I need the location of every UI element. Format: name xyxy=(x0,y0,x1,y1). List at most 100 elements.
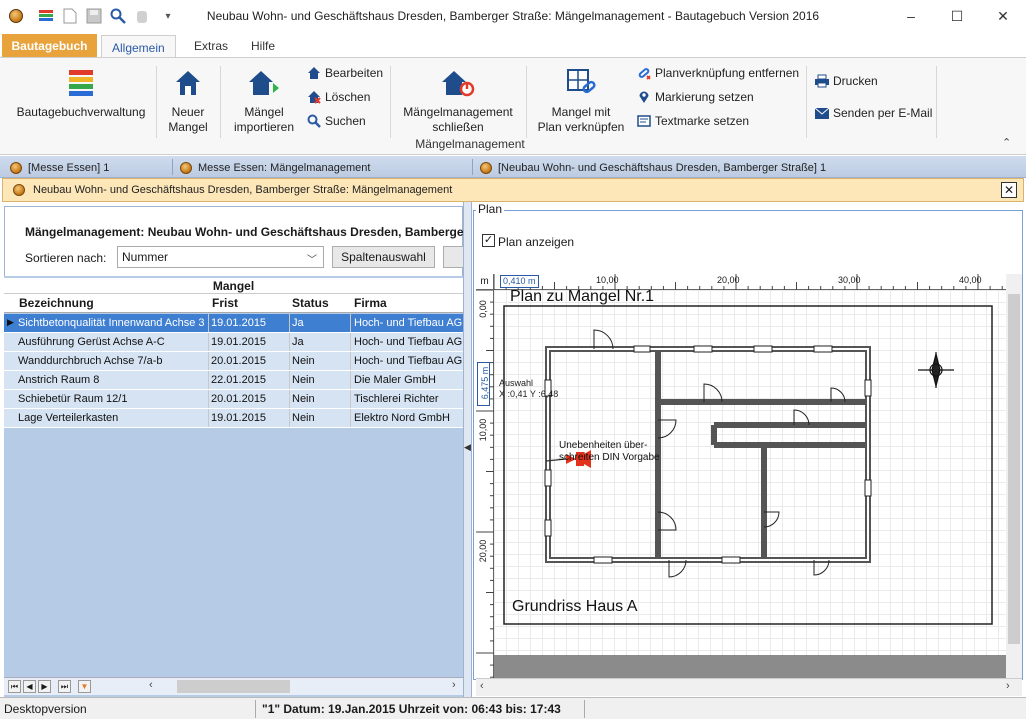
spaltenauswahl-button[interactable]: Spaltenauswahl xyxy=(332,246,435,268)
plan-anzeigen-checkbox[interactable]: ✓ xyxy=(482,234,495,247)
pane-splitter[interactable]: ◀ xyxy=(463,202,472,697)
horizontal-scrollbar-thumb[interactable] xyxy=(177,680,290,693)
tab-hilfe[interactable]: Hilfe xyxy=(241,35,285,57)
doc-tab-messe-essen-maengel[interactable]: Messe Essen: Mängelmanagement xyxy=(180,159,370,176)
cell-firma: Die Maler GmbH xyxy=(354,374,436,386)
table-row[interactable]: Schiebetür Raum 12/1 20.01.2015 Nein Tischl… xyxy=(4,390,463,409)
maengel-importieren-button[interactable]: Mängel importieren xyxy=(228,66,300,135)
doc-tab-messe-essen[interactable]: [Messe Essen] 1 xyxy=(10,159,109,176)
scroll-right-icon[interactable]: › xyxy=(452,679,456,691)
status-separator xyxy=(255,700,256,718)
status-mode: Desktopversion xyxy=(4,702,87,716)
cell-frist: 22.01.2015 xyxy=(211,374,267,386)
table-body: ▶ Sichtbetonqualität Innenwand Achse 3 19.… xyxy=(4,314,463,428)
mangel-verknuepfen-button[interactable]: Mangel mit Plan verknüpfen xyxy=(534,66,628,135)
plan-vertical-scrollbar[interactable] xyxy=(1006,274,1022,678)
unlink-icon xyxy=(636,65,652,81)
new-defect-house-icon xyxy=(171,66,205,100)
ruler-top-label: 10,00 xyxy=(596,275,619,285)
scroll-left-icon[interactable]: ‹ xyxy=(149,679,153,691)
vertical-scrollbar-thumb[interactable] xyxy=(1008,294,1020,644)
bearbeiten-button[interactable]: Bearbeiten xyxy=(306,62,383,84)
status-separator xyxy=(584,700,585,718)
extra-button[interactable] xyxy=(443,246,465,268)
cell-status: Ja xyxy=(292,317,304,329)
project-icon xyxy=(180,161,192,174)
cell-bez: Ausführung Gerüst Achse A-C xyxy=(18,336,165,348)
markierung-setzen-button[interactable]: Markierung setzen xyxy=(636,86,754,108)
close-button[interactable]: ✕ xyxy=(980,0,1026,32)
ruler-top-label: 40,00 xyxy=(959,275,982,285)
drucken-label: Drucken xyxy=(833,74,878,88)
cell-bez: Sichtbetonqualität Innenwand Achse 3 xyxy=(18,317,205,329)
planverknuepfung-entfernen-button[interactable]: Planverknüpfung entfernen xyxy=(636,62,799,84)
loeschen-button[interactable]: Löschen xyxy=(306,86,370,108)
defect-annotation[interactable]: Unebenheiten über- schreiten DIN Vorgabe xyxy=(559,440,660,464)
column-header-frist[interactable]: Frist xyxy=(212,296,238,310)
doc-tab-neubau-dresden[interactable]: [Neubau Wohn- und Geschäftshaus Dresden,… xyxy=(480,159,826,176)
plan-canvas[interactable]: m 0,410 m 10,00 20,00 30,00 40,00 6,475 m 0… xyxy=(476,274,1006,678)
scroll-right-icon[interactable]: › xyxy=(1006,680,1010,692)
tab-extras[interactable]: Extras xyxy=(184,35,238,57)
link-plan-icon xyxy=(564,66,598,100)
ribbon-tab-bar: Bautagebuch Allgemein Extras Hilfe xyxy=(0,32,1026,59)
map-marker-icon xyxy=(636,89,652,105)
table-row[interactable]: Lage Verteilerkasten 19.01.2015 Nein Elektr… xyxy=(4,409,463,428)
cell-status: Nein xyxy=(292,393,315,405)
cell-firma: Hoch- und Tiefbau AG xyxy=(354,355,462,367)
textmarke-setzen-label: Textmarke setzen xyxy=(655,114,750,128)
document-close-button[interactable]: ✕ xyxy=(1001,182,1017,198)
splitter-arrow-icon[interactable]: ◀ xyxy=(464,442,471,453)
collapse-ribbon-icon[interactable]: ⌃ xyxy=(1002,136,1011,149)
column-header-firma[interactable]: Firma xyxy=(354,296,387,310)
project-icon xyxy=(13,184,25,196)
sort-select[interactable]: Nummer ﹀ xyxy=(117,246,324,268)
next-record-icon[interactable]: ▶ xyxy=(38,680,51,693)
defect-list-pane: Mängelmanagement: Neubau Wohn- und Gesch… xyxy=(4,206,465,697)
ribbon-separator xyxy=(390,66,391,138)
column-header-status[interactable]: Status xyxy=(292,296,329,310)
ruler-left-label: 0,00 xyxy=(478,300,488,318)
tab-allgemein[interactable]: Allgemein xyxy=(101,35,176,59)
cell-firma: Tischlerei Richter xyxy=(354,393,439,405)
mm-schliessen-button[interactable]: Mängelmanagement schließen xyxy=(396,66,520,135)
scroll-left-icon[interactable]: ‹ xyxy=(480,680,484,692)
ribbon-group-label: Mängelmanagement xyxy=(415,137,525,151)
prev-record-icon[interactable]: ◀ xyxy=(23,680,36,693)
sort-select-value: Nummer xyxy=(122,250,169,264)
planverknuepfung-entfernen-label: Planverknüpfung entfernen xyxy=(655,66,800,80)
tab-bautagebuch[interactable]: Bautagebuch xyxy=(2,34,97,57)
table-row[interactable]: Wanddurchbruch Achse 7/a-b 20.01.2015 Nein… xyxy=(4,352,463,371)
table-row[interactable]: ▶ Sichtbetonqualität Innenwand Achse 3 19.… xyxy=(4,314,463,333)
ribbon-separator xyxy=(156,66,157,138)
auswahl-coordinates: X :0,41 Y :6,48 xyxy=(499,389,559,399)
maximize-button[interactable]: ☐ xyxy=(934,0,980,32)
senden-email-button[interactable]: Senden per E-Mail xyxy=(814,102,932,124)
neuer-mangel-button[interactable]: Neuer Mangel xyxy=(162,66,214,135)
text-marker-icon xyxy=(636,113,652,129)
drucken-button[interactable]: Drucken xyxy=(814,70,878,92)
cell-frist: 19.01.2015 xyxy=(211,317,267,329)
table-row[interactable]: Ausführung Gerüst Achse A-C 19.01.2015 Ja H… xyxy=(4,333,463,352)
last-record-icon[interactable]: ⏭ xyxy=(58,680,71,693)
textmarke-setzen-button[interactable]: Textmarke setzen xyxy=(636,110,749,132)
bautagebuchverwaltung-button[interactable]: Bautagebuchverwaltung xyxy=(12,66,150,120)
plan-horizontal-scrollbar[interactable]: ‹ › xyxy=(476,678,1022,696)
minimize-button[interactable]: – xyxy=(888,0,934,32)
cell-status: Nein xyxy=(292,412,315,424)
ribbon-separator xyxy=(220,66,221,138)
bautagebuchverwaltung-label: Bautagebuchverwaltung xyxy=(16,105,146,119)
ruler-top-label: 30,00 xyxy=(838,275,861,285)
ruler-left-label: 10,00 xyxy=(478,418,488,442)
cell-firma: Hoch- und Tiefbau AG xyxy=(354,317,462,329)
filter-icon[interactable]: ▼ xyxy=(78,680,91,693)
suchen-button[interactable]: Suchen xyxy=(306,110,366,132)
project-icon xyxy=(480,161,492,174)
first-record-icon[interactable]: ⏮ xyxy=(8,680,21,693)
delete-icon xyxy=(306,89,322,105)
status-bar: Desktopversion "1" Datum: 19.Jan.2015 Uh… xyxy=(0,697,1026,719)
table-row[interactable]: Anstrich Raum 8 22.01.2015 Nein Die Maler G… xyxy=(4,371,463,390)
column-header-bezeichnung[interactable]: Bezeichnung xyxy=(19,296,94,310)
cell-status: Nein xyxy=(292,374,315,386)
document-tab-bar: [Messe Essen] 1 Messe Essen: Mängelmanag… xyxy=(0,156,1026,178)
